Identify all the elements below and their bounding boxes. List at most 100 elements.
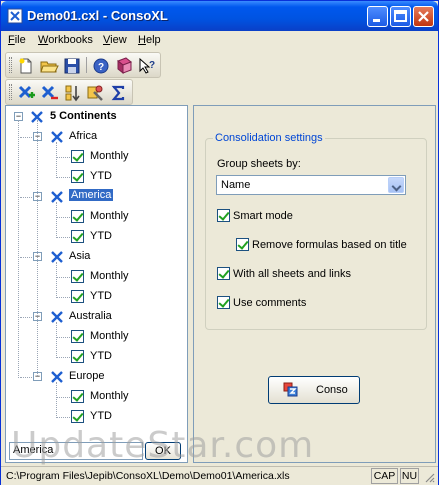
- tree-node-sheet[interactable]: Monthly: [6, 388, 186, 406]
- conso-label: Conso: [316, 384, 348, 396]
- tree-line: [56, 397, 70, 398]
- maximize-button[interactable]: [390, 6, 411, 27]
- continent-label: Australia: [69, 310, 112, 322]
- minimize-button[interactable]: [367, 6, 388, 27]
- continent-label: Asia: [69, 250, 91, 262]
- status-nu: NU: [400, 468, 419, 484]
- toolbar-separator: [86, 57, 87, 73]
- tree-line: [56, 297, 70, 298]
- group-sheets-select[interactable]: Name: [216, 175, 406, 195]
- add-workbook-icon[interactable]: [16, 83, 36, 103]
- tree-root[interactable]: −5 Continents: [6, 108, 186, 126]
- consolidation-settings-title: Consolidation settings: [213, 132, 325, 144]
- tree-node-sheet[interactable]: YTD: [6, 168, 186, 186]
- sheet-label: YTD: [90, 410, 112, 422]
- sheet-label: YTD: [90, 350, 112, 362]
- tree-node-sheet[interactable]: Monthly: [6, 148, 186, 166]
- sheet-label: Monthly: [90, 390, 129, 402]
- tree-node-sheet[interactable]: Monthly: [6, 328, 186, 346]
- new-file-icon[interactable]: [16, 56, 36, 76]
- sheet-label: Monthly: [90, 210, 129, 222]
- all-sheets-links-label: With all sheets and links: [233, 268, 351, 280]
- remove-workbook-icon[interactable]: [39, 83, 59, 103]
- sheet-label: YTD: [90, 170, 112, 182]
- tree-line: [20, 257, 32, 258]
- tree-line: [20, 137, 32, 138]
- svg-text:?: ?: [98, 62, 104, 73]
- app-icon: [7, 8, 23, 24]
- sheet-checkbox[interactable]: [71, 290, 84, 303]
- tree-node-continent[interactable]: − Australia: [6, 308, 186, 326]
- maximize-icon: [394, 10, 407, 22]
- sheet-checkbox[interactable]: [71, 170, 84, 183]
- tree-root-label: 5 Continents: [50, 110, 117, 122]
- save-icon[interactable]: [62, 56, 82, 76]
- book-icon[interactable]: [114, 56, 134, 76]
- tree-node-sheet[interactable]: YTD: [6, 228, 186, 246]
- remove-formulas-checkbox[interactable]: [236, 238, 249, 251]
- menu-workbooks[interactable]: Workbooks: [38, 34, 93, 46]
- sigma-icon[interactable]: [108, 83, 128, 103]
- sheet-checkbox[interactable]: [71, 350, 84, 363]
- help-icon[interactable]: ?: [91, 56, 111, 76]
- menu-view[interactable]: View: [103, 34, 127, 46]
- main-toolbar: ? ?: [5, 52, 161, 78]
- sheet-checkbox[interactable]: [71, 390, 84, 403]
- sheet-checkbox[interactable]: [71, 230, 84, 243]
- tree-node-continent[interactable]: − Asia: [6, 248, 186, 266]
- title-bar[interactable]: Demo01.cxl - ConsoXL: [1, 1, 438, 31]
- consolidate-icon: [283, 382, 298, 397]
- toolbar-grip[interactable]: [9, 84, 12, 100]
- smart-mode-label: Smart mode: [233, 210, 293, 222]
- svg-text:?: ?: [149, 60, 155, 71]
- open-folder-icon[interactable]: [39, 56, 59, 76]
- sheet-label: Monthly: [90, 270, 129, 282]
- tree-line: [56, 417, 70, 418]
- tree-line: [56, 237, 70, 238]
- tree-node-sheet[interactable]: YTD: [6, 288, 186, 306]
- resize-grip-icon[interactable]: [423, 471, 435, 483]
- chevron-down-icon[interactable]: [388, 177, 404, 193]
- sheet-checkbox[interactable]: [71, 210, 84, 223]
- sheet-checkbox[interactable]: [71, 410, 84, 423]
- watermark-text: UpdateStar.com: [11, 425, 315, 466]
- group-sheets-label: Group sheets by:: [217, 158, 301, 170]
- close-icon: [418, 11, 429, 22]
- sheet-checkbox[interactable]: [71, 270, 84, 283]
- status-cap: CAP: [371, 468, 398, 484]
- sheet-checkbox[interactable]: [71, 330, 84, 343]
- group-sheets-value: Name: [221, 179, 251, 191]
- toolbar-grip[interactable]: [9, 57, 12, 73]
- tree-line: [56, 262, 57, 298]
- use-comments-label: Use comments: [233, 297, 307, 309]
- all-sheets-links-checkbox[interactable]: [217, 267, 230, 280]
- tree-node-sheet[interactable]: YTD: [6, 408, 186, 426]
- sheet-label: Monthly: [90, 150, 129, 162]
- smart-mode-checkbox[interactable]: [217, 209, 230, 222]
- tree-line: [56, 337, 70, 338]
- menu-help[interactable]: Help: [138, 34, 161, 46]
- sheet-checkbox[interactable]: [71, 150, 84, 163]
- workbook-tree[interactable]: −5 Continents − Africa Monthly YTD − America Mo…: [5, 105, 188, 463]
- properties-icon[interactable]: [85, 83, 105, 103]
- tree-node-sheet[interactable]: Monthly: [6, 208, 186, 226]
- tree-line: [20, 377, 32, 378]
- menu-file[interactable]: File: [8, 34, 26, 46]
- tree-node-continent[interactable]: − America: [6, 188, 186, 206]
- tree-line: [20, 317, 32, 318]
- continent-label: Africa: [69, 130, 98, 142]
- conso-button[interactable]: Conso: [268, 376, 360, 404]
- window-title: Demo01.cxl - ConsoXL: [27, 8, 168, 23]
- sort-icon[interactable]: [62, 83, 82, 103]
- tree-node-continent[interactable]: − Europe: [6, 368, 186, 386]
- tree-line: [56, 217, 70, 218]
- whats-this-icon[interactable]: ?: [137, 56, 157, 76]
- use-comments-checkbox[interactable]: [217, 296, 230, 309]
- status-file-path: C:\Program Files\Jepib\ConsoXL\Demo\Demo…: [6, 470, 290, 482]
- tree-node-continent[interactable]: − Africa: [6, 128, 186, 146]
- close-button[interactable]: [413, 6, 434, 27]
- menu-bar: File Workbooks View Help: [1, 31, 438, 51]
- tree-node-sheet[interactable]: YTD: [6, 348, 186, 366]
- tree-node-sheet[interactable]: Monthly: [6, 268, 186, 286]
- status-bar: C:\Program Files\Jepib\ConsoXL\Demo\Demo…: [1, 466, 438, 485]
